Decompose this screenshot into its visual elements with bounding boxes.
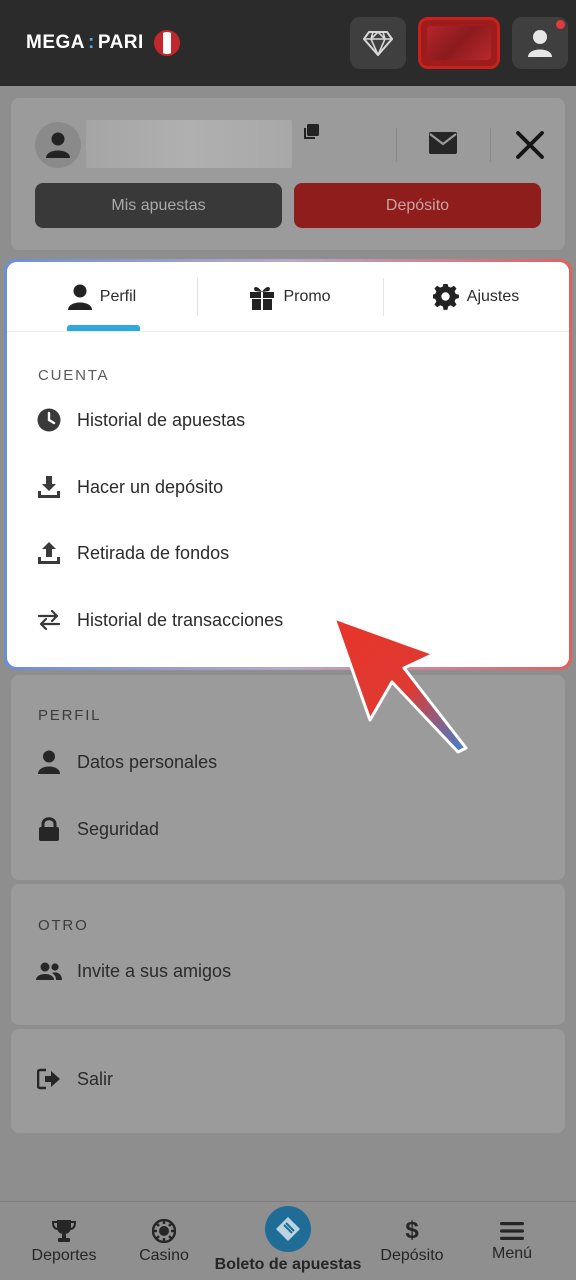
- pointer-arrow-icon: [332, 616, 468, 754]
- close-icon[interactable]: [515, 130, 545, 165]
- nav-boleto-apuestas[interactable]: Boleto de apuestas: [210, 1202, 366, 1280]
- nav-menu[interactable]: Menú: [466, 1202, 558, 1280]
- nav-deposito[interactable]: $ Depósito: [366, 1202, 458, 1280]
- menu-item-label: Salir: [77, 1068, 114, 1089]
- menu-item-label: Historial de transacciones: [77, 609, 284, 630]
- divider: [490, 128, 491, 162]
- mis-apuestas-button[interactable]: Mis apuestas: [35, 183, 282, 228]
- diamond-icon: [363, 30, 393, 56]
- cuenta-section: CUENTA Historial de apuestas Hacer un de…: [7, 332, 569, 667]
- logo-text-left: MEGA: [26, 32, 85, 53]
- user-icon: [528, 30, 552, 57]
- lock-icon: [35, 815, 63, 843]
- profile-tabs: Perfil Promo Ajustes: [7, 262, 569, 332]
- bottom-navigation: Deportes Casino Boleto de apuestas $ Dep…: [0, 1201, 576, 1280]
- menu-item-label: Seguridad: [77, 818, 160, 839]
- menu-item-label: Datos personales: [77, 751, 218, 772]
- nav-casino[interactable]: Casino: [120, 1202, 208, 1280]
- menu-item-retirada-fondos[interactable]: Retirada de fondos: [35, 535, 229, 571]
- nav-label: Deportes: [31, 1246, 97, 1264]
- menu-item-seguridad[interactable]: Seguridad: [35, 811, 159, 847]
- perfil-section: PERFIL Datos personales Seguridad: [11, 675, 565, 880]
- tab-label: Promo: [283, 288, 331, 305]
- deposito-button[interactable]: Depósito: [294, 183, 541, 228]
- tab-promo[interactable]: Promo: [197, 262, 383, 332]
- account-panel: Perfil Promo Ajustes CUENTA Historial de…: [7, 262, 569, 667]
- nav-label: Casino: [139, 1246, 189, 1264]
- logout-icon: [35, 1065, 63, 1093]
- country-flag-icon: [153, 30, 180, 56]
- section-title: OTRO: [38, 917, 89, 934]
- logo-text-right: PARI: [97, 32, 144, 53]
- people-icon: [35, 957, 63, 985]
- menu-item-label: Hacer un depósito: [77, 476, 224, 497]
- menu-item-invite-amigos[interactable]: Invite a sus amigos: [35, 953, 231, 989]
- tab-perfil[interactable]: Perfil: [7, 262, 197, 332]
- person-icon: [35, 748, 63, 776]
- divider: [396, 128, 397, 162]
- gear-icon: [432, 284, 459, 310]
- profile-button[interactable]: [512, 17, 568, 69]
- otro-section: OTRO Invite a sus amigos: [11, 884, 565, 1025]
- gift-icon: [250, 286, 275, 310]
- section-title: CUENTA: [38, 367, 110, 384]
- highlighted-panel: Perfil Promo Ajustes CUENTA Historial de…: [4, 259, 572, 670]
- person-icon: [67, 284, 92, 310]
- menu-item-salir[interactable]: Salir: [35, 1061, 113, 1097]
- tab-label: Ajustes: [466, 288, 520, 305]
- ticket-icon: [265, 1205, 311, 1252]
- brand-logo[interactable]: MEGA : PARI: [26, 30, 180, 56]
- menu-item-historial-transacciones[interactable]: Historial de transacciones: [35, 602, 283, 638]
- dollar-icon: $: [405, 1216, 419, 1244]
- logout-section: Salir: [11, 1029, 565, 1133]
- tab-ajustes[interactable]: Ajustes: [383, 262, 569, 332]
- active-tab-indicator: [67, 325, 140, 331]
- nav-label: Boleto de apuestas: [214, 1255, 362, 1273]
- balance-blurred: [427, 26, 491, 60]
- nav-deportes[interactable]: Deportes: [14, 1202, 114, 1280]
- menu-item-historial-apuestas[interactable]: Historial de apuestas: [35, 402, 245, 438]
- mail-icon[interactable]: [429, 132, 457, 159]
- logo-separator: :: [88, 32, 95, 53]
- tab-label: Perfil: [99, 288, 137, 305]
- notification-dot: [556, 20, 565, 29]
- chip-icon: [152, 1218, 176, 1243]
- account-id-blurred: [86, 120, 292, 168]
- menu-item-datos-personales[interactable]: Datos personales: [35, 744, 217, 780]
- person-icon: [46, 132, 70, 158]
- top-bar: MEGA : PARI: [0, 0, 576, 86]
- clock-icon: [35, 406, 63, 434]
- trophy-icon: [52, 1219, 76, 1242]
- menu-item-hacer-deposito[interactable]: Hacer un depósito: [35, 469, 223, 505]
- avatar: [35, 122, 81, 168]
- vip-button[interactable]: [350, 17, 406, 69]
- transfer-icon: [35, 606, 63, 634]
- section-title: PERFIL: [38, 707, 102, 724]
- copy-icon[interactable]: [303, 124, 319, 145]
- balance-button[interactable]: [418, 17, 500, 69]
- upload-icon: [35, 539, 63, 567]
- menu-item-label: Retirada de fondos: [77, 542, 230, 563]
- menu-item-label: Historial de apuestas: [77, 409, 246, 430]
- hamburger-icon: [500, 1221, 524, 1240]
- nav-label: Depósito: [380, 1246, 444, 1264]
- menu-item-label: Invite a sus amigos: [77, 960, 232, 981]
- download-icon: [35, 473, 63, 501]
- nav-label: Menú: [491, 1244, 533, 1262]
- account-card: Mis apuestas Depósito: [11, 98, 565, 250]
